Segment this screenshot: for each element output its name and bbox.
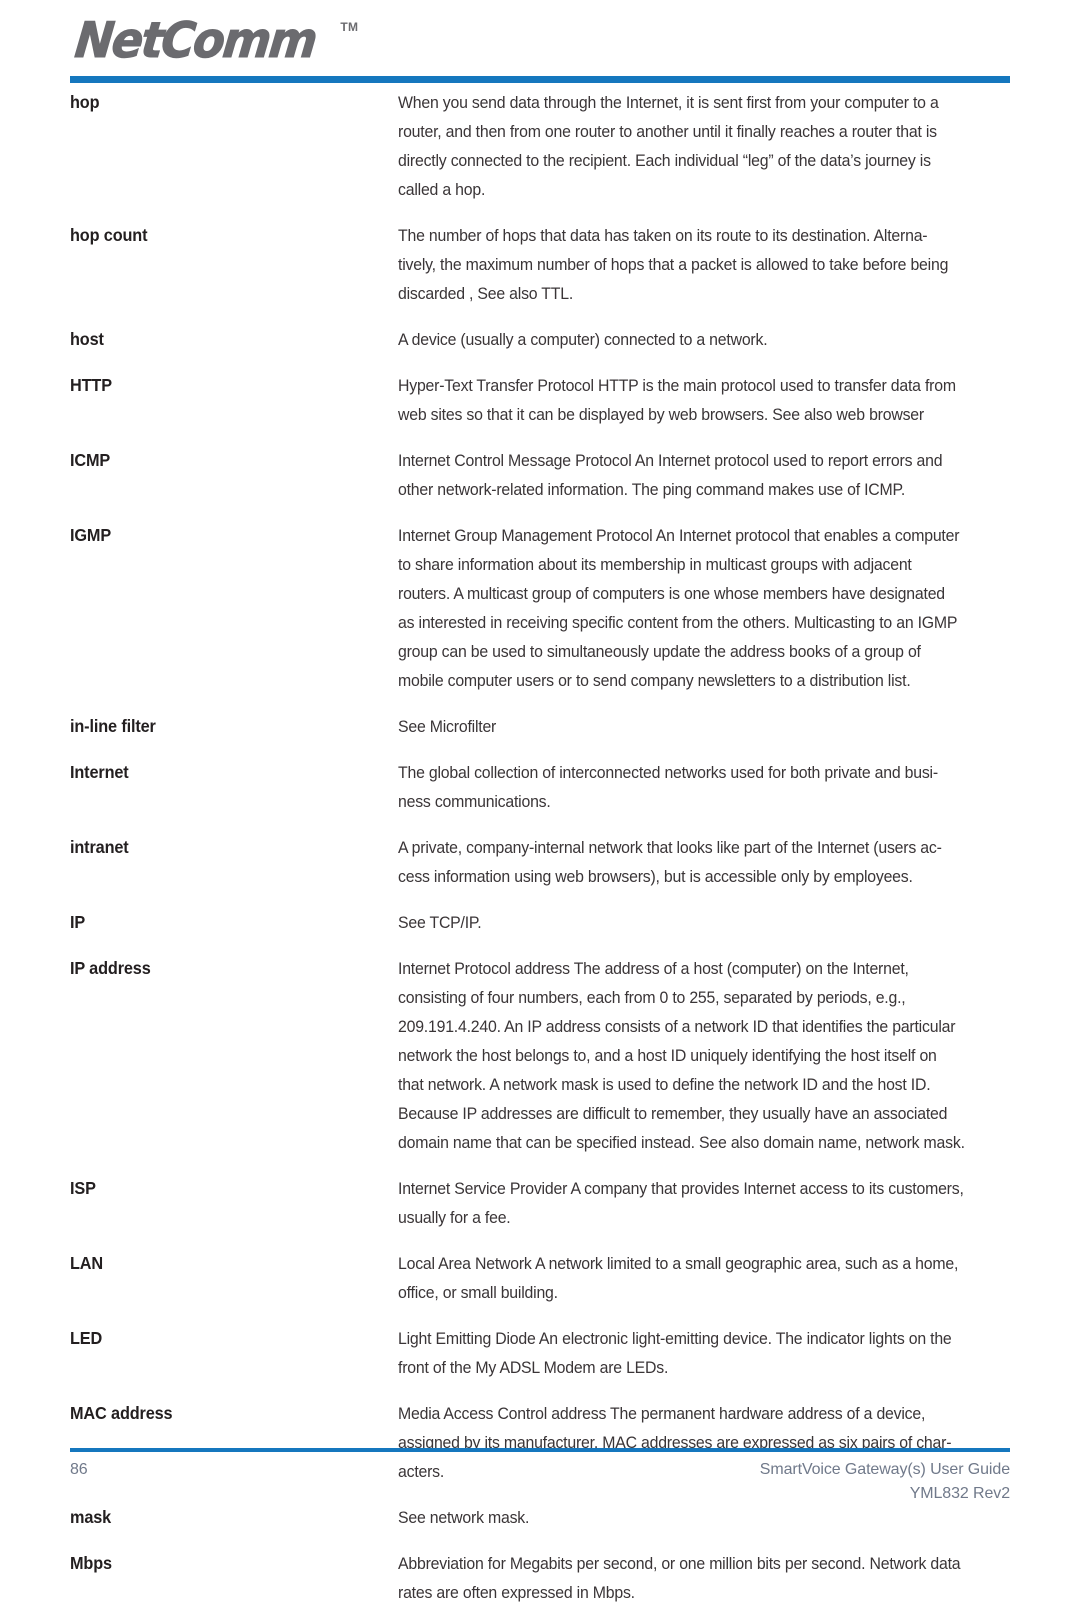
glossary-definition: The number of hops that data has taken o… <box>398 226 949 303</box>
glossary-entry: hop count The number of hops that data h… <box>70 221 1018 308</box>
document-page: NetComm TM hop When you send data throug… <box>0 0 1080 1602</box>
glossary-term: Mbps <box>70 1553 112 1573</box>
glossary-definition: Hyper-Text Transfer Protocol HTTP is the… <box>398 376 956 424</box>
netcomm-logo: NetComm TM <box>72 11 359 69</box>
glossary-term: HTTP <box>70 375 112 395</box>
footer-document-code: YML832 Rev2 <box>909 1485 1010 1502</box>
glossary-term: LED <box>70 1328 103 1348</box>
glossary-definition: Internet Service Provider A company that… <box>398 1179 964 1227</box>
header-divider-rule <box>70 76 1010 83</box>
glossary-term: intranet <box>70 837 129 857</box>
glossary-entry: intranet A private, company-internal net… <box>70 833 1018 891</box>
glossary-definition: Internet Control Message Protocol An Int… <box>398 451 943 499</box>
page-number: 86 <box>70 1461 88 1478</box>
footer-document-title: SmartVoice Gateway(s) User Guide <box>759 1461 1010 1478</box>
glossary-term: hop count <box>70 225 148 245</box>
trademark-symbol: TM <box>340 20 359 34</box>
glossary-definition: Light Emitting Diode An electronic light… <box>398 1329 952 1377</box>
glossary-term: IP <box>70 912 86 932</box>
glossary-term: ISP <box>70 1178 96 1198</box>
footer-document-info: SmartVoice Gateway(s) User Guide YML832 … <box>760 1458 1010 1506</box>
glossary-term: LAN <box>70 1253 104 1273</box>
glossary-entry: ICMP Internet Control Message Protocol A… <box>70 446 1018 504</box>
glossary-entry: hop When you send data through the Inter… <box>70 88 1018 204</box>
glossary-entry: LED Light Emitting Diode An electronic l… <box>70 1324 1018 1382</box>
page-footer: 86 SmartVoice Gateway(s) User Guide YML8… <box>70 1458 1010 1506</box>
glossary-entry: in-line filter See Microfilter <box>70 712 1018 741</box>
glossary-term: Internet <box>70 762 129 782</box>
glossary-definition: A private, company-internal network that… <box>398 838 942 886</box>
glossary-entry: LAN Local Area Network A network limited… <box>70 1249 1018 1307</box>
footer-divider-rule <box>70 1448 1010 1452</box>
glossary-list: hop When you send data through the Inter… <box>70 88 1018 1624</box>
glossary-term: hop <box>70 92 100 112</box>
page-header: NetComm TM <box>70 11 1010 84</box>
glossary-entry: ISP Internet Service Provider A company … <box>70 1174 1018 1232</box>
glossary-entry: IGMP Internet Group Management Protocol … <box>70 521 1018 695</box>
glossary-definition: Local Area Network A network limited to … <box>398 1254 959 1302</box>
glossary-definition: The global collection of interconnected … <box>398 763 938 811</box>
glossary-term: ICMP <box>70 450 111 470</box>
glossary-term: host <box>70 329 104 349</box>
glossary-definition: See TCP/IP. <box>398 913 482 932</box>
glossary-entry: IP address Internet Protocol address The… <box>70 954 1018 1157</box>
glossary-definition: See network mask. <box>398 1508 530 1527</box>
glossary-entry: HTTP Hyper-Text Transfer Protocol HTTP i… <box>70 371 1018 429</box>
glossary-entry: Internet The global collection of interc… <box>70 758 1018 816</box>
glossary-term: IP address <box>70 958 151 978</box>
glossary-definition: Internet Protocol address The address of… <box>398 959 965 1152</box>
glossary-entry: Mbps Abbreviation for Megabits per secon… <box>70 1549 1018 1607</box>
glossary-term: mask <box>70 1507 112 1527</box>
glossary-term: in-line filter <box>70 716 156 736</box>
glossary-term: IGMP <box>70 525 112 545</box>
glossary-entry: mask See network mask. <box>70 1503 1018 1532</box>
glossary-entry: IP See TCP/IP. <box>70 908 1018 937</box>
glossary-definition: See Microfilter <box>398 717 497 736</box>
glossary-term: MAC address <box>70 1403 173 1423</box>
glossary-definition: A device (usually a computer) connected … <box>398 330 768 349</box>
glossary-definition: Abbreviation for Megabits per second, or… <box>398 1554 961 1602</box>
glossary-entry: host A device (usually a computer) conne… <box>70 325 1018 354</box>
glossary-definition: Internet Group Management Protocol An In… <box>398 526 960 690</box>
glossary-definition: When you send data through the Internet,… <box>398 93 939 199</box>
logo-wordmark: NetComm <box>72 11 319 69</box>
